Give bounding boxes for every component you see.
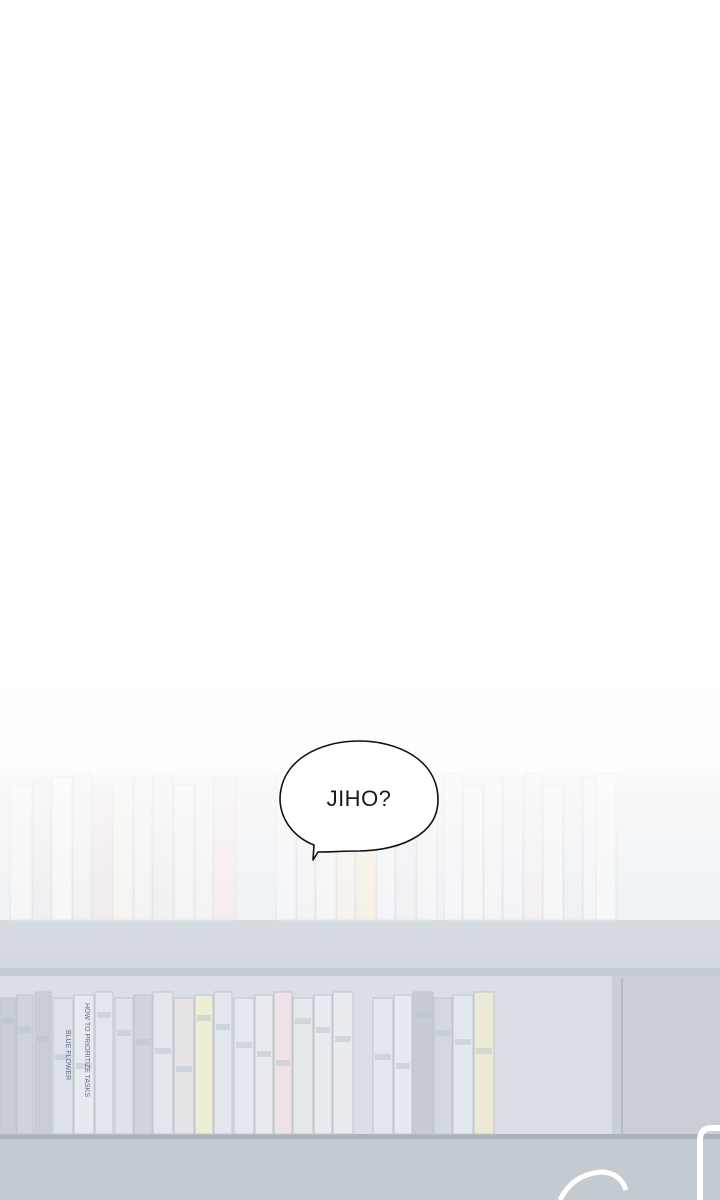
- book-spine: [133, 994, 153, 1135]
- bottom-shelf-books: [0, 991, 495, 1135]
- book-spine: [34, 991, 52, 1135]
- shelf-board: [0, 1134, 720, 1200]
- book-spine: [114, 997, 134, 1135]
- book-spine-text: BLUE FLOWER: [64, 1030, 71, 1080]
- book-spine: [16, 994, 34, 1135]
- book-spine: [372, 997, 394, 1135]
- book-spine: [233, 997, 255, 1135]
- book-spine: [213, 991, 233, 1135]
- book-spine: [332, 991, 354, 1135]
- cabinet-door: [612, 976, 720, 1136]
- book-spine-text: HOW TO PRIORITIZE TASKS: [83, 1003, 90, 1097]
- book-spine: [313, 994, 333, 1135]
- speech-text: JIHO?: [326, 786, 392, 811]
- comic-panel: BLUE FLOWER HOW TO PRIORITIZE TASKS JIHO…: [0, 0, 720, 1200]
- bookshelf-scene: BLUE FLOWER HOW TO PRIORITIZE TASKS: [0, 640, 720, 1200]
- book-spine: [433, 997, 453, 1135]
- book-spine: [254, 994, 274, 1135]
- book-spine: [452, 994, 474, 1135]
- book-spine: [473, 991, 495, 1135]
- book-spine: [152, 991, 174, 1135]
